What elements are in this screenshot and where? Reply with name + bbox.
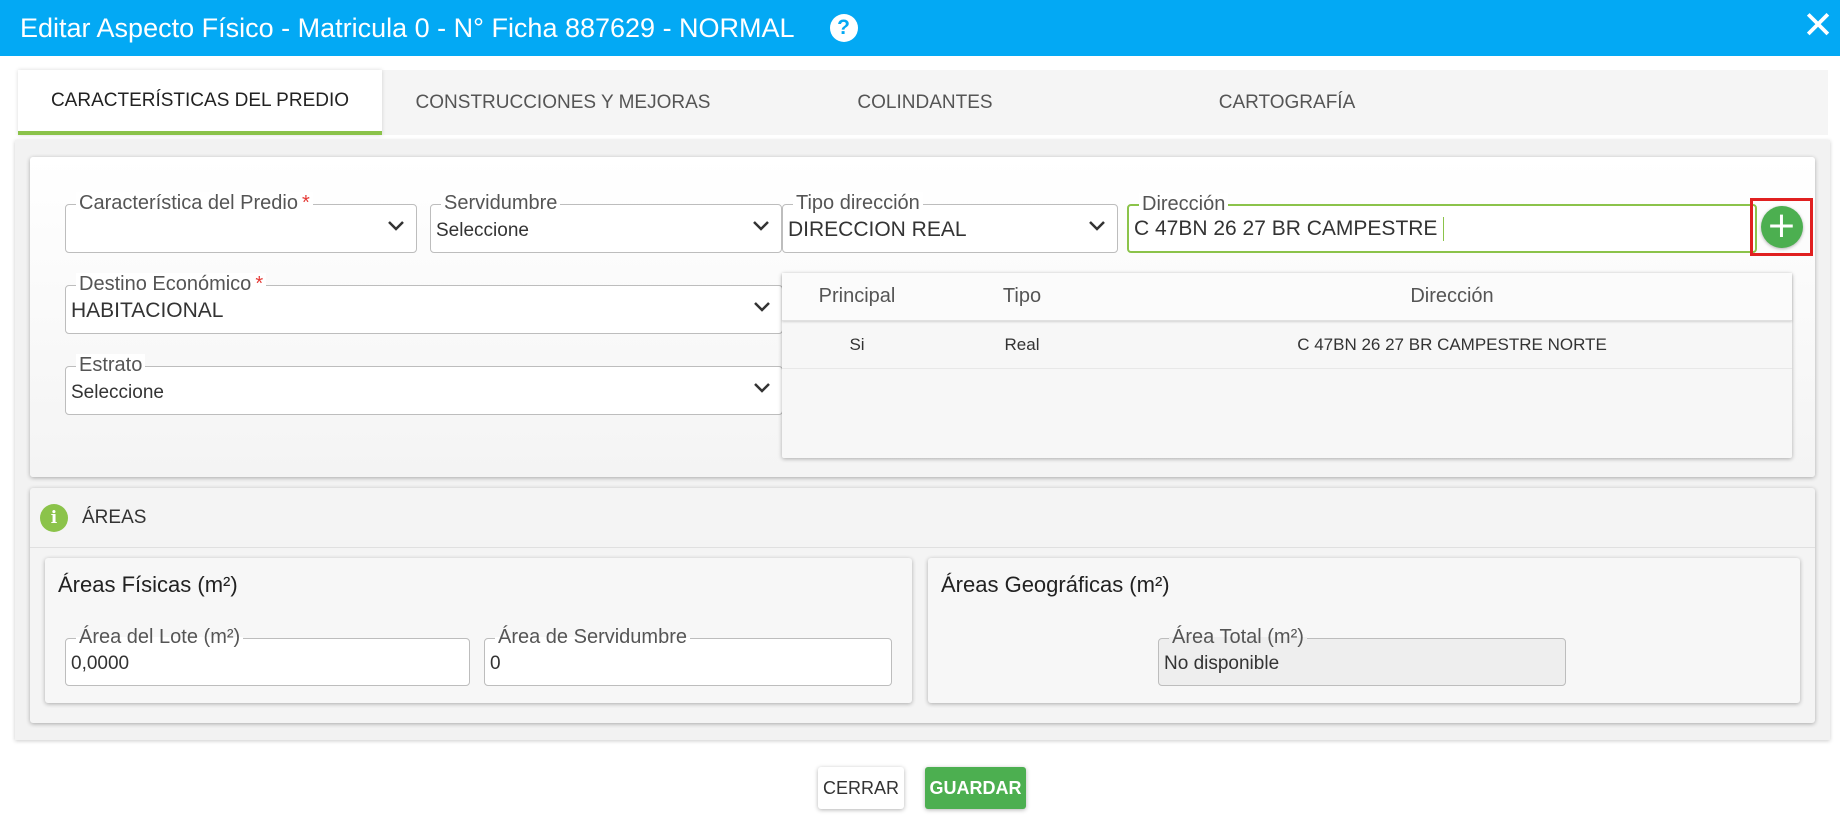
chevron-down-icon — [754, 383, 770, 393]
tab-bar: Características del Predio Construccione… — [18, 70, 1828, 135]
cell-principal: Si — [849, 334, 865, 354]
predio-card: Característica del Predio * Servidumbre S… — [30, 157, 1815, 477]
areas-fisicas-title: Áreas Físicas (m²) — [58, 572, 238, 597]
destino-economico-select[interactable]: Destino Económico * HABITACIONAL — [65, 273, 783, 334]
chevron-down-icon — [754, 302, 770, 312]
area-lote-value: 0,0000 — [71, 653, 130, 674]
area-servidumbre-value: 0 — [490, 653, 501, 674]
window-title: Editar Aspecto Físico - Matricula 0 - N°… — [20, 12, 795, 43]
tab-content: Característica del Predio * Servidumbre S… — [15, 140, 1830, 740]
area-servidumbre-label: Área de Servidumbre — [495, 626, 690, 648]
add-direccion-button[interactable]: + — [1760, 206, 1803, 248]
area-total-label: Área Total (m²) — [1169, 626, 1307, 648]
column-header-principal[interactable]: Principal — [782, 285, 932, 308]
area-lote-input[interactable]: Área del Lote (m²) 0,0000 — [65, 626, 470, 686]
guardar-button[interactable]: GUARDAR — [925, 767, 1026, 809]
tipo-direccion-value: DIRECCION REAL — [788, 218, 967, 241]
chevron-down-icon — [388, 221, 404, 231]
estrato-label: Estrato — [76, 354, 146, 376]
chevron-down-icon — [753, 221, 769, 231]
tab-cartografia[interactable]: Cartografía — [1106, 70, 1468, 135]
areas-fisicas-card: Áreas Físicas (m²) Área del Lote (m²) 0,… — [45, 558, 912, 703]
destino-economico-label: Destino Económico * — [76, 273, 267, 295]
tab-construcciones-mejoras[interactable]: Construcciones y Mejoras — [382, 70, 744, 135]
tab-colindantes[interactable]: Colindantes — [744, 70, 1106, 135]
window-titlebar: Editar Aspecto Físico - Matricula 0 - N°… — [0, 0, 1840, 56]
areas-title: ÁREAS — [82, 506, 147, 528]
chevron-down-icon — [1089, 221, 1105, 231]
estrato-value: Seleccione — [71, 382, 164, 403]
area-total-input: Área Total (m²) No disponible — [1158, 626, 1566, 686]
tipo-direccion-label: Tipo dirección — [793, 192, 923, 214]
cell-tipo: Real — [1004, 334, 1040, 354]
tipo-direccion-select[interactable]: Tipo dirección DIRECCION REAL — [782, 192, 1118, 253]
table-row[interactable]: Si Real C 47BN 26 27 BR CAMPESTRE NORTE — [782, 321, 1792, 369]
area-total-value: No disponible — [1164, 653, 1280, 674]
area-lote-label: Área del Lote (m²) — [76, 626, 244, 648]
direccion-value: C 47BN 26 27 BR CAMPESTRE — [1134, 217, 1445, 241]
help-icon[interactable]: ? — [829, 14, 858, 42]
servidumbre-value: Seleccione — [436, 220, 529, 241]
caracteristica-predio-label: Característica del Predio * — [76, 192, 313, 214]
areas-header: i ÁREAS — [30, 488, 1815, 548]
destino-economico-value: HABITACIONAL — [71, 299, 224, 322]
info-icon: i — [40, 503, 68, 532]
table-header: Principal Tipo Dirección — [782, 273, 1792, 321]
column-header-direccion[interactable]: Dirección — [1112, 285, 1792, 308]
areas-geograficas-title: Áreas Geográficas (m²) — [941, 572, 1170, 597]
direcciones-table: Principal Tipo Dirección Si Real C 47BN … — [782, 273, 1792, 458]
caracteristica-predio-select[interactable]: Característica del Predio * — [65, 192, 417, 253]
tab-caracteristicas-predio[interactable]: Características del Predio — [18, 70, 382, 135]
close-icon[interactable]: ✕ — [1802, 6, 1834, 44]
areas-section: i ÁREAS Áreas Físicas (m²) Área del Lote… — [30, 488, 1815, 723]
cell-direccion: C 47BN 26 27 BR CAMPESTRE NORTE — [1297, 334, 1607, 354]
estrato-select[interactable]: Estrato Seleccione — [65, 354, 783, 415]
servidumbre-select[interactable]: Servidumbre Seleccione — [430, 192, 782, 253]
areas-geograficas-card: Áreas Geográficas (m²) Área Total (m²) N… — [928, 558, 1800, 703]
direccion-input[interactable]: Dirección C 47BN 26 27 BR CAMPESTRE — [1127, 193, 1757, 253]
cerrar-button[interactable]: CERRAR — [818, 767, 904, 809]
servidumbre-label: Servidumbre — [441, 192, 561, 214]
column-header-tipo[interactable]: Tipo — [932, 285, 1112, 308]
area-servidumbre-input[interactable]: Área de Servidumbre 0 — [484, 626, 892, 686]
direccion-label: Dirección — [1139, 193, 1229, 215]
add-direccion-highlight: + — [1750, 198, 1813, 256]
